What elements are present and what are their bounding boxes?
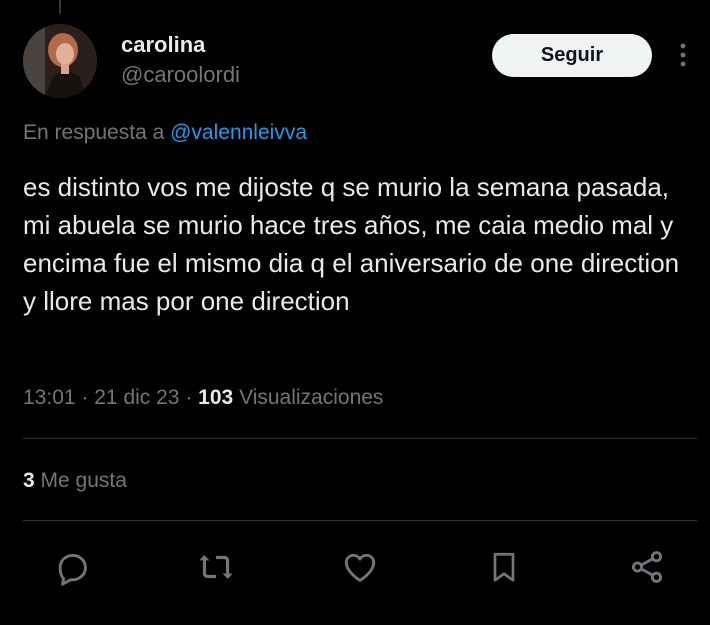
tweet-text: es distinto vos me dijoste q se murio la… (23, 172, 680, 316)
avatar-image (23, 24, 97, 98)
avatar[interactable] (23, 24, 97, 98)
views-count: 103 (198, 386, 234, 409)
share-icon[interactable] (626, 546, 668, 588)
tweet-meta: 13:01 · 21 dic 23 · 103 Visualizaciones (23, 386, 383, 410)
author-name[interactable]: carolina (121, 32, 205, 58)
views-label: Visualizaciones (239, 386, 384, 409)
thread-connector-line (59, 0, 61, 14)
follow-button[interactable]: Seguir (492, 34, 652, 77)
tweet-date[interactable]: 21 dic 23 (94, 386, 179, 409)
likes-link[interactable]: 3 Me gusta (23, 469, 127, 493)
likes-count: 3 (23, 469, 35, 492)
tweet-time[interactable]: 13:01 (23, 386, 76, 409)
divider (23, 438, 697, 439)
reply-prefix: En respuesta a (23, 121, 165, 144)
bookmark-icon[interactable] (483, 546, 525, 588)
reply-context: En respuesta a @valennleivva (23, 121, 307, 145)
reply-icon[interactable] (51, 546, 93, 588)
retweet-icon[interactable] (195, 546, 237, 588)
author-handle[interactable]: @caroolordi (121, 62, 240, 88)
divider (23, 520, 697, 521)
meta-separator: · (185, 386, 193, 409)
meta-separator: · (81, 386, 89, 409)
reply-mention-link[interactable]: @valennleivva (170, 121, 307, 144)
heart-icon[interactable] (339, 546, 381, 588)
likes-label: Me gusta (40, 469, 127, 492)
more-vertical-icon[interactable] (672, 40, 694, 70)
